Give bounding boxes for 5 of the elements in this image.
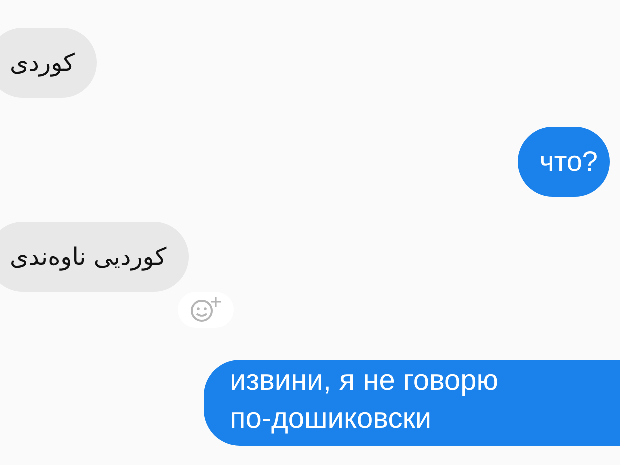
message-bubble: کوردیی ناوەندی xyxy=(0,222,189,292)
message-bubble: что? xyxy=(518,127,610,197)
add-reaction-button[interactable] xyxy=(178,292,234,328)
message-bubble: извини, я не говорю по-дошиковски xyxy=(204,360,620,446)
message-bubble: کوردی xyxy=(0,28,97,98)
